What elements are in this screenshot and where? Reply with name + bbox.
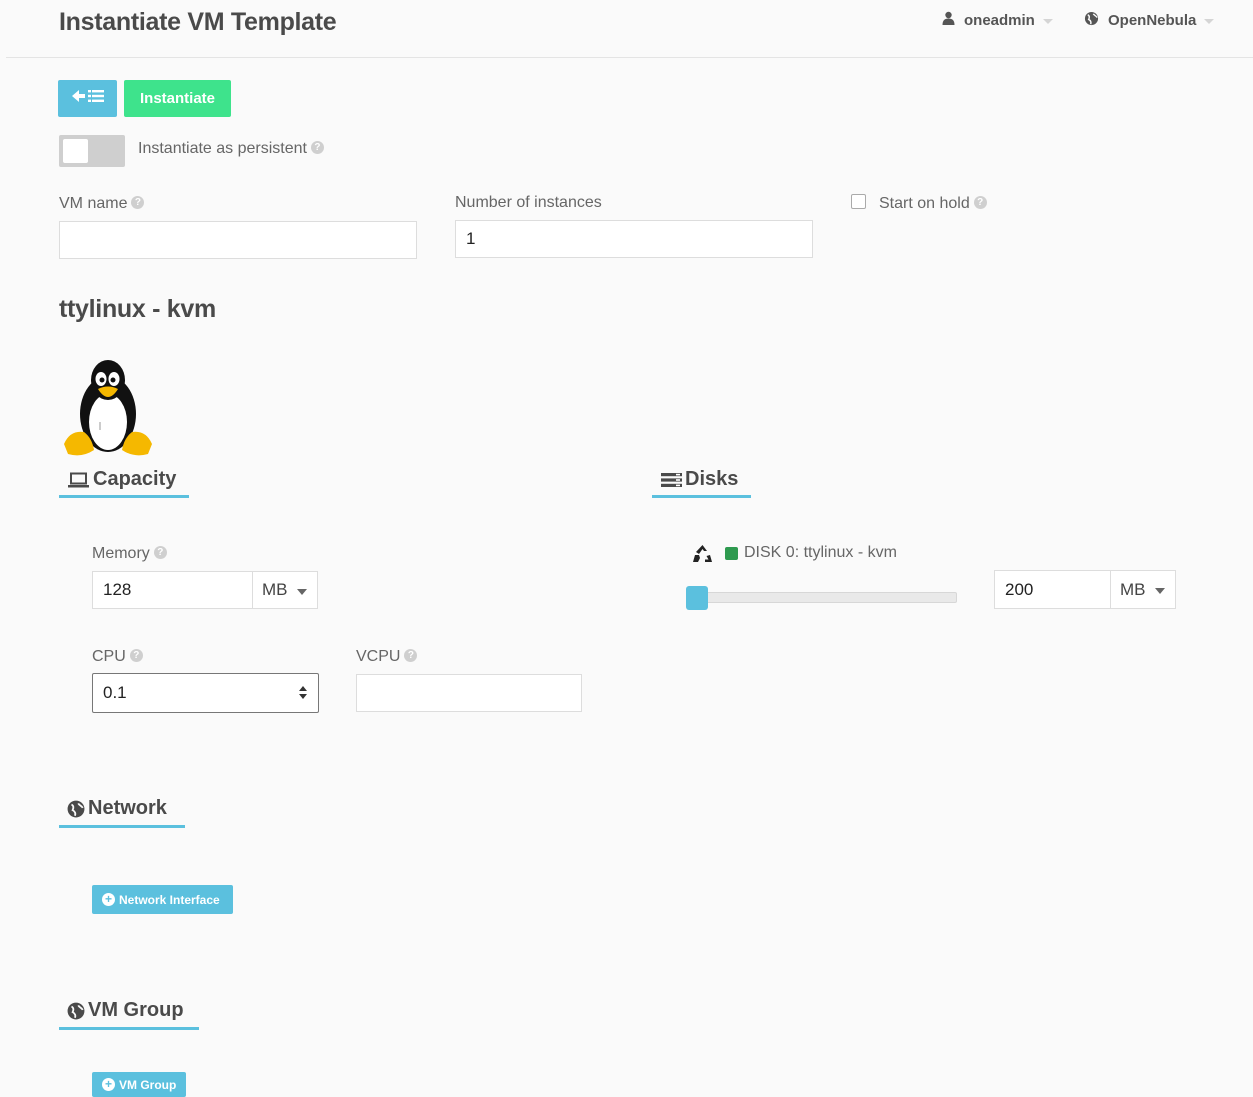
plus-circle-icon: + xyxy=(102,893,115,906)
globe-icon xyxy=(1084,11,1099,30)
user-menu[interactable]: oneadmin xyxy=(942,11,1053,29)
start-on-hold-label: Start on hold? xyxy=(879,195,987,213)
zone-menu[interactable]: OpenNebula xyxy=(1084,11,1215,30)
user-name: oneadmin xyxy=(964,11,1035,29)
instances-label: Number of instances xyxy=(455,194,602,211)
chevron-down-icon xyxy=(1204,19,1215,24)
chevron-down-icon xyxy=(1042,18,1053,24)
template-name: ttylinux - kvm xyxy=(59,295,216,323)
back-list-icon xyxy=(71,88,105,109)
disk-size-slider-handle[interactable] xyxy=(686,586,708,610)
network-title: Network xyxy=(67,797,167,820)
top-header: Instantiate VM Template oneadmin OpenNeb… xyxy=(6,0,1253,58)
spinner-arrows-icon[interactable] xyxy=(298,684,308,701)
recycle-icon[interactable] xyxy=(692,544,713,564)
disk-size-input[interactable]: 200 xyxy=(994,570,1111,609)
persistent-toggle[interactable] xyxy=(59,135,125,167)
add-network-interface-button[interactable]: + Network Interface xyxy=(92,885,233,914)
disk-unit-select[interactable]: MB xyxy=(1110,570,1176,609)
tux-penguin-logo xyxy=(58,352,158,464)
help-icon[interactable]: ? xyxy=(153,546,167,560)
memory-label: Memory? xyxy=(92,545,167,563)
help-icon[interactable]: ? xyxy=(310,141,324,155)
start-on-hold-checkbox[interactable] xyxy=(851,194,866,209)
vm-name-input[interactable] xyxy=(59,221,417,259)
disk-size-slider-track[interactable] xyxy=(690,592,957,603)
disk-color-swatch xyxy=(725,546,738,560)
network-underline xyxy=(59,825,185,828)
laptop-icon xyxy=(68,472,89,488)
disk-label: DISK 0: ttylinux - kvm xyxy=(725,544,897,562)
chevron-down-icon xyxy=(1155,588,1165,594)
globe-icon xyxy=(67,1002,85,1020)
plus-circle-icon: + xyxy=(102,1078,115,1091)
capacity-title: Capacity xyxy=(68,468,176,491)
disks-underline xyxy=(652,495,751,498)
vm-name-label: VM name? xyxy=(59,195,145,213)
vm-group-title: VM Group xyxy=(67,999,184,1022)
instances-input[interactable]: 1 xyxy=(455,220,813,258)
vm-group-underline xyxy=(59,1027,199,1030)
cpu-input[interactable]: 0.1 xyxy=(92,673,319,713)
disks-title: Disks xyxy=(661,468,738,491)
vcpu-label: VCPU? xyxy=(356,648,418,666)
capacity-underline xyxy=(59,495,189,498)
add-vm-group-button[interactable]: + VM Group xyxy=(92,1072,186,1097)
help-icon[interactable]: ? xyxy=(129,649,143,663)
cpu-label: CPU? xyxy=(92,648,143,666)
globe-icon xyxy=(67,800,85,818)
help-icon[interactable]: ? xyxy=(131,196,145,210)
back-button[interactable] xyxy=(58,80,117,117)
memory-unit-select[interactable]: MB xyxy=(252,571,318,609)
persistent-label: Instantiate as persistent? xyxy=(138,140,324,158)
help-icon[interactable]: ? xyxy=(404,649,418,663)
toggle-knob xyxy=(63,139,88,163)
zone-name: OpenNebula xyxy=(1108,12,1197,29)
page-title: Instantiate VM Template xyxy=(59,8,337,36)
chevron-down-icon xyxy=(297,589,307,595)
instantiate-button[interactable]: Instantiate xyxy=(124,80,231,117)
memory-input[interactable]: 128 xyxy=(92,571,253,609)
vcpu-input[interactable] xyxy=(356,674,582,712)
help-icon[interactable]: ? xyxy=(973,196,987,210)
disks-list-icon xyxy=(661,472,682,488)
user-icon xyxy=(942,11,955,29)
